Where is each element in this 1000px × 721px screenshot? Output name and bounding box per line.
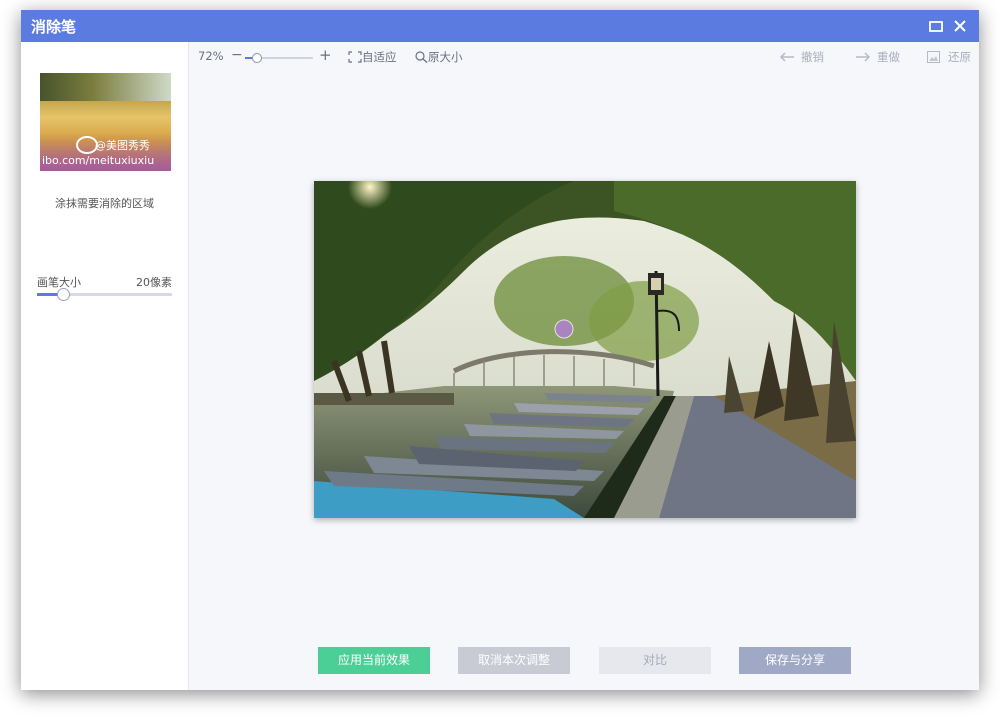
- sidebar: @美图秀秀 ibo.com/meituxiuxiu 涂抹需要消除的区域 画笔大小…: [21, 42, 189, 690]
- brush-size-value: 20像素: [136, 276, 172, 289]
- window-title: 消除笔: [31, 18, 77, 36]
- fit-label: 自适应: [362, 50, 397, 64]
- zoom-out-button[interactable]: −: [231, 47, 243, 63]
- brush-size-label: 画笔大小: [37, 276, 81, 289]
- redo-button[interactable]: 重做: [855, 49, 900, 65]
- restore-label: 还原: [948, 50, 971, 64]
- canvas-photo: [314, 181, 856, 518]
- zoom-slider[interactable]: [245, 53, 313, 63]
- undo-button[interactable]: 撤销: [779, 49, 824, 65]
- eraser-window: 消除笔 @美图秀秀 ibo.com/meituxiuxiu 涂抹需要消除的区域 …: [21, 10, 979, 690]
- erase-hint: 涂抹需要消除的区域: [55, 197, 154, 210]
- original-size-label: 原大小: [428, 50, 463, 64]
- zoom-slider-handle[interactable]: [252, 53, 263, 63]
- brush-size-slider[interactable]: [37, 288, 172, 301]
- zoom-percent: 72%: [198, 49, 224, 63]
- image-icon: [927, 51, 940, 63]
- fit-icon: [348, 51, 362, 63]
- maximize-icon[interactable]: [927, 17, 945, 35]
- close-icon[interactable]: [951, 17, 969, 35]
- thumbnail-watermark-handle: @美图秀秀: [95, 139, 150, 152]
- brush-size-slider-handle[interactable]: [56, 288, 70, 301]
- toolbar: 72% − + 自适应 原大小 撤销 重做 还原: [189, 42, 979, 72]
- apply-effect-button[interactable]: 应用当前效果: [318, 647, 430, 674]
- arrow-right-icon: [856, 52, 871, 62]
- restore-button[interactable]: 还原: [927, 49, 971, 65]
- save-share-button[interactable]: 保存与分享: [739, 647, 851, 674]
- cancel-adjustment-button[interactable]: 取消本次调整: [458, 647, 570, 674]
- redo-label: 重做: [877, 50, 900, 64]
- zoom-in-button[interactable]: +: [319, 46, 332, 64]
- editing-canvas[interactable]: [314, 181, 856, 518]
- title-bar: 消除笔: [21, 10, 979, 42]
- undo-label: 撤销: [801, 50, 824, 64]
- arrow-left-icon: [779, 52, 794, 62]
- fit-button[interactable]: 自适应: [348, 49, 397, 65]
- original-size-button[interactable]: 原大小: [415, 49, 463, 65]
- magnifier-icon: [415, 51, 428, 63]
- effect-thumbnail[interactable]: @美图秀秀 ibo.com/meituxiuxiu: [40, 73, 171, 171]
- thumbnail-watermark-url: ibo.com/meituxiuxiu: [42, 154, 155, 167]
- compare-button[interactable]: 对比: [599, 647, 711, 674]
